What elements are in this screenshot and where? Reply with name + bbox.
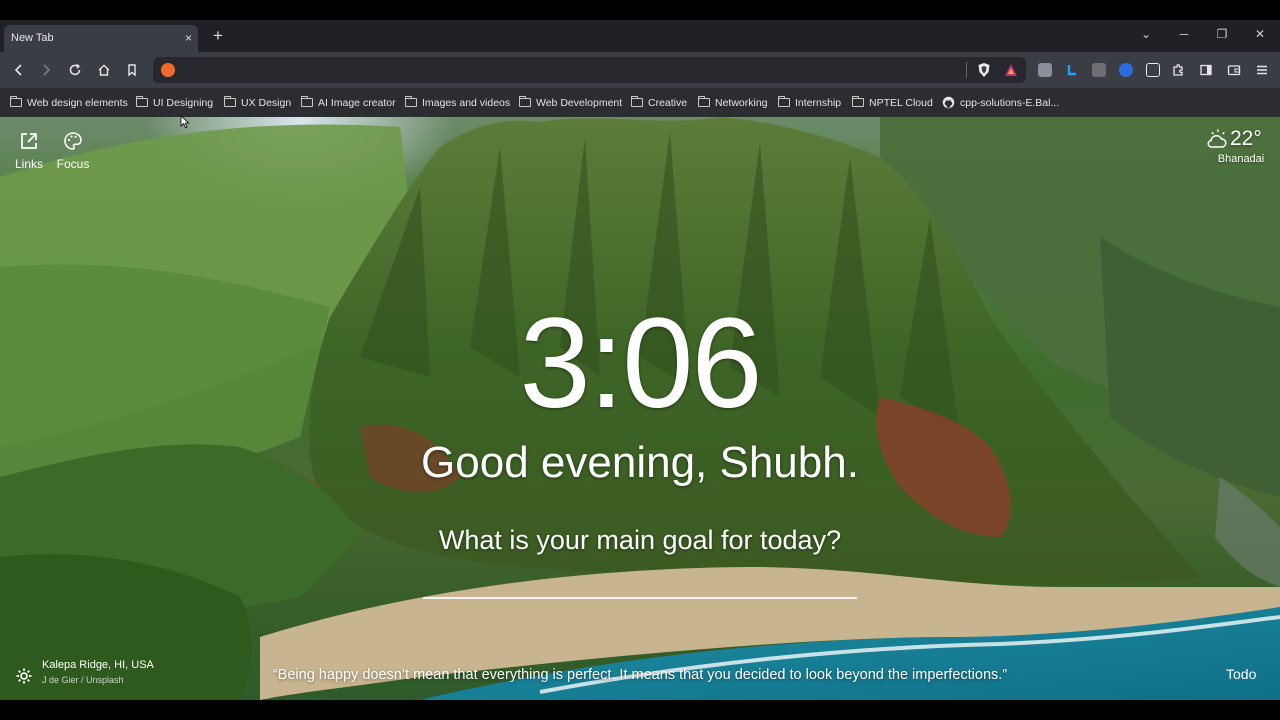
palette-icon — [64, 132, 82, 150]
bookmark-icon — [128, 64, 136, 77]
folder-icon — [405, 96, 417, 107]
bookmark-page-button[interactable] — [122, 60, 142, 80]
folder-icon — [778, 96, 790, 107]
todo-button[interactable]: Todo — [1226, 666, 1256, 682]
folder-icon — [301, 96, 313, 107]
bookmark-folder[interactable]: Web Development — [519, 94, 622, 111]
brave-shields-icon[interactable] — [977, 62, 991, 78]
extension-camera-icon[interactable] — [1038, 63, 1052, 77]
external-link-icon — [21, 133, 37, 149]
brave-rewards-icon[interactable] — [1004, 63, 1018, 77]
extension-grey-icon[interactable] — [1092, 63, 1106, 77]
puzzle-icon — [1173, 64, 1183, 76]
home-button[interactable] — [94, 60, 114, 80]
top-letterbox — [0, 0, 1280, 20]
bookmark-folder[interactable]: Images and videos — [405, 94, 510, 111]
menu-button[interactable] — [1252, 60, 1272, 80]
bottom-letterbox — [0, 700, 1280, 720]
toolbar — [0, 52, 1280, 88]
back-button[interactable] — [9, 60, 29, 80]
photo-location: Kalepa Ridge, HI, USA — [42, 659, 154, 671]
bookmark-folder[interactable]: Internship — [778, 94, 841, 111]
focus-label: Focus — [56, 157, 90, 171]
folder-icon — [698, 96, 710, 107]
close-tab-icon[interactable]: × — [185, 25, 192, 52]
greeting: Good evening, Shubh. — [421, 438, 859, 487]
bookmarks-bar: Web design elements UI Designing UX Desi… — [0, 88, 1280, 117]
address-input[interactable] — [181, 60, 961, 80]
home-icon — [98, 64, 110, 76]
minimize-button[interactable]: ─ — [1172, 24, 1196, 44]
forward-icon — [43, 64, 51, 76]
site-info-icon[interactable] — [161, 63, 175, 77]
extension-blue-icon[interactable] — [1119, 63, 1133, 77]
reload-icon — [69, 63, 81, 76]
tab-title: New Tab — [11, 32, 54, 44]
restore-button[interactable]: ❐ — [1210, 24, 1234, 44]
gear-icon[interactable] — [15, 667, 33, 685]
temperature: 22° — [1230, 127, 1262, 150]
bookmark-link[interactable]: cpp-solutions-E.Bal... — [942, 94, 1059, 111]
tab-strip: New Tab × + ⌄ ─ ❐ ✕ — [0, 20, 1280, 52]
bookmark-folder[interactable]: UX Design — [224, 94, 291, 111]
focus-question: What is your main goal for today? — [438, 525, 842, 555]
browser-window: New Tab × + ⌄ ─ ❐ ✕ Web design elements … — [0, 0, 1280, 720]
github-icon — [942, 96, 955, 109]
bookmark-folder[interactable]: Networking — [698, 94, 768, 111]
wallet-button[interactable] — [1224, 60, 1244, 80]
extensions-button[interactable] — [1168, 60, 1188, 80]
wallet-icon — [1227, 65, 1241, 76]
quote: “Being happy doesn’t mean that everythin… — [272, 667, 1008, 683]
folder-icon — [136, 96, 148, 107]
sidebar-icon — [1200, 64, 1212, 76]
folder-icon — [631, 96, 643, 107]
clock: 3:06 — [519, 292, 762, 435]
folder-icon — [519, 96, 531, 107]
extension-window-icon[interactable] — [1146, 63, 1160, 77]
hamburger-icon — [1257, 65, 1267, 75]
new-tab-button[interactable]: + — [208, 26, 228, 46]
folder-icon — [852, 96, 864, 107]
photo-info[interactable]: Kalepa Ridge, HI, USA J de Gier / Unspla… — [42, 659, 154, 685]
new-tab-page: Links Focus 22° Bhanadai 3:06 Good eveni… — [0, 117, 1280, 700]
main-goal-input[interactable] — [423, 597, 857, 599]
address-bar[interactable] — [153, 57, 1026, 83]
cloud-sun-icon — [1207, 129, 1227, 148]
forward-button[interactable] — [36, 60, 56, 80]
tab-new-tab[interactable]: New Tab × — [4, 25, 198, 52]
bookmark-folder[interactable]: NPTEL Cloud — [852, 94, 933, 111]
back-icon — [14, 64, 22, 76]
bookmark-folder[interactable]: Creative — [631, 94, 687, 111]
sidebar-button[interactable] — [1196, 60, 1216, 80]
focus-widget[interactable]: Focus — [56, 131, 90, 171]
bookmark-folder[interactable]: Web design elements — [10, 94, 128, 111]
mouse-cursor-icon — [180, 115, 190, 129]
photo-credit[interactable]: J de Gier / Unsplash — [42, 675, 154, 685]
close-window-button[interactable]: ✕ — [1248, 24, 1272, 44]
folder-icon — [10, 96, 22, 107]
folder-icon — [224, 96, 236, 107]
reload-button[interactable] — [65, 60, 85, 80]
omnibox-divider — [966, 62, 967, 78]
links-widget[interactable]: Links — [13, 131, 45, 171]
links-label: Links — [14, 157, 43, 171]
weather-location: Bhanadai — [1217, 153, 1265, 165]
bookmark-folder[interactable]: UI Designing — [136, 94, 213, 111]
extension-l-icon[interactable] — [1065, 63, 1079, 77]
bookmark-folder[interactable]: AI Image creator — [301, 94, 396, 111]
tab-list-icon[interactable]: ⌄ — [1134, 24, 1158, 44]
